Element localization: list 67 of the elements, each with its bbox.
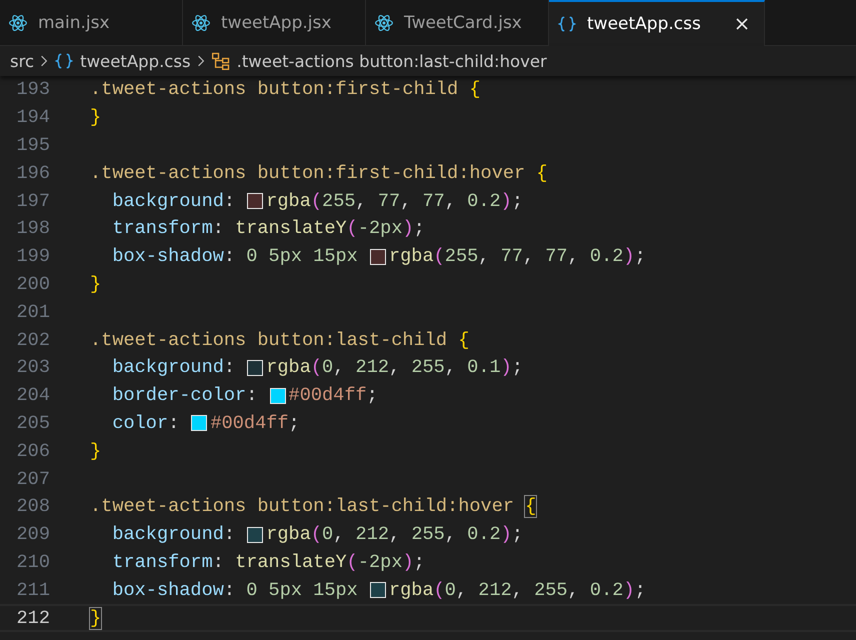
line-number: 195 <box>16 134 50 156</box>
code-text: background: <box>111 357 236 378</box>
atom-icon <box>191 12 211 32</box>
code-text: rgba(255, 77, 77, 0.2); <box>266 190 523 212</box>
breadcrumb-item[interactable]: .tweet-actions button:last-child:hover <box>236 52 547 70</box>
code-text: rgba(0, 212, 255, 0.1); <box>266 357 523 378</box>
code-text: } <box>90 440 102 462</box>
editor-tab[interactable]: tweetApp.jsx <box>183 0 366 46</box>
line-number: 198 <box>16 218 50 240</box>
code-text: rgba(0, 212, 255, 0.2); <box>388 580 646 601</box>
color-swatch[interactable] <box>247 193 264 210</box>
code-text: background: <box>111 190 236 212</box>
color-swatch[interactable] <box>247 526 264 543</box>
line-number: 199 <box>16 246 50 268</box>
code-text: box-shadow: 0 5px 15px <box>111 580 359 601</box>
line-number: 209 <box>16 524 50 546</box>
code-text: box-shadow: 0 5px 15px <box>111 246 359 268</box>
color-swatch[interactable] <box>247 360 264 376</box>
line-number: 196 <box>16 162 50 184</box>
breadcrumb-item[interactable]: tweetApp.css <box>80 52 191 70</box>
line-number: 201 <box>16 302 50 323</box>
structure-icon <box>210 51 231 71</box>
code-text: transform: translateY(-2px); <box>111 552 425 573</box>
line-number: 193 <box>16 79 50 100</box>
breadcrumb-item[interactable]: src <box>10 52 34 70</box>
code-text: transform: translateY(-2px); <box>111 218 425 240</box>
atom-icon <box>374 12 394 32</box>
line-number: 212 <box>16 608 50 629</box>
line-number: 203 <box>16 357 50 378</box>
chevron-right-icon <box>40 54 48 68</box>
code-text: #00d4ff; <box>210 412 300 434</box>
code-text: background: <box>111 524 236 546</box>
editor-tab[interactable]: main.jsx <box>0 0 183 46</box>
color-swatch[interactable] <box>270 388 286 404</box>
line-number: 207 <box>16 468 50 490</box>
code-text: .tweet-actions button:first-child:hover { <box>90 162 548 184</box>
code-text: #00d4ff; <box>288 385 378 406</box>
code-text: .tweet-actions button:first-child { <box>90 79 481 100</box>
line-number: 211 <box>16 580 50 601</box>
line-number: 210 <box>16 552 50 573</box>
line-number: 197 <box>16 190 50 212</box>
editor-tab[interactable]: TweetCard.jsx <box>366 0 549 46</box>
line-number: 204 <box>16 385 50 406</box>
close-icon[interactable] <box>734 16 750 32</box>
code-text: } <box>90 608 102 629</box>
line-number: 205 <box>16 412 50 434</box>
line-number: 194 <box>16 107 50 128</box>
line-number: 208 <box>16 496 50 518</box>
code-text: } <box>90 274 102 295</box>
chevron-right-icon <box>196 54 205 68</box>
color-swatch[interactable] <box>370 582 386 598</box>
line-number: 206 <box>16 440 50 462</box>
curly-braces-icon <box>54 51 74 71</box>
line-number: 202 <box>16 330 50 351</box>
atom-icon <box>8 12 28 32</box>
code-text: .tweet-actions button:last-child { <box>90 330 470 351</box>
color-swatch[interactable] <box>370 248 386 265</box>
code-text: color: <box>111 412 180 434</box>
curly-braces-icon <box>557 14 577 34</box>
code-text: } <box>90 107 102 128</box>
editor-tab[interactable]: tweetApp.css <box>549 0 765 46</box>
line-number: 200 <box>16 274 50 295</box>
code-text: border-color: <box>111 385 258 406</box>
code-text: .tweet-actions button:last-child:hover { <box>90 496 536 518</box>
code-text: rgba(255, 77, 77, 0.2); <box>388 246 646 268</box>
code-text: rgba(0, 212, 255, 0.2); <box>266 524 523 546</box>
color-swatch[interactable] <box>191 415 208 432</box>
